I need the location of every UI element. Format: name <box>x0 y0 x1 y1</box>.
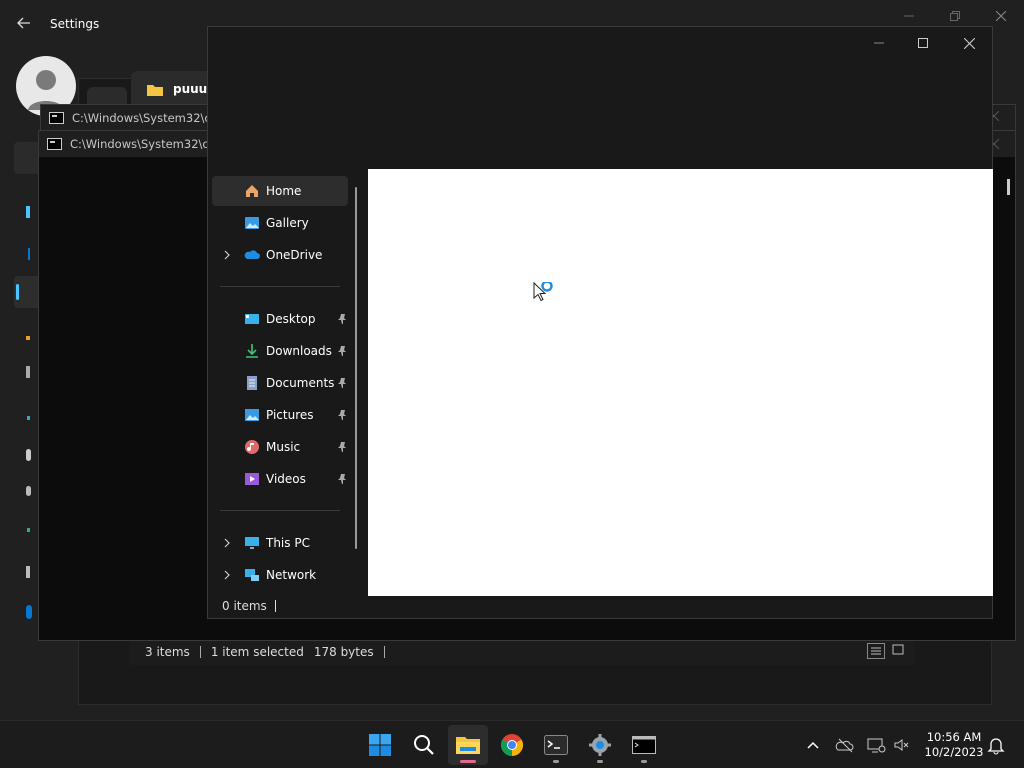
chrome-icon <box>501 734 523 756</box>
settings-icon <box>589 734 611 756</box>
settings-nav-icon[interactable] <box>14 196 40 228</box>
notification-bell-icon[interactable] <box>986 735 1006 755</box>
onedrive-icon <box>244 247 260 263</box>
nav-divider <box>220 286 340 287</box>
pin-icon <box>336 313 348 325</box>
navigation-pane: Home Gallery OneDrive Desktop Downloads … <box>210 170 356 590</box>
taskbar-terminal[interactable] <box>536 725 576 765</box>
nav-item-music[interactable]: Music <box>212 432 348 462</box>
nav-item-documents[interactable]: Documents <box>212 368 348 398</box>
settings-nav-icon[interactable] <box>14 556 40 588</box>
pin-icon <box>336 473 348 485</box>
start-button[interactable] <box>360 725 400 765</box>
nav-item-videos[interactable]: Videos <box>212 464 348 494</box>
active-app-indicator <box>460 760 476 763</box>
settings-nav-icon[interactable] <box>14 322 40 354</box>
nav-divider <box>220 510 340 511</box>
pin-icon <box>336 377 348 389</box>
cmd-scrollbar-thumb[interactable] <box>1007 179 1010 195</box>
onedrive-offline-icon[interactable] <box>835 735 855 755</box>
documents-icon <box>244 375 260 391</box>
taskbar-file-explorer[interactable] <box>448 725 488 765</box>
file-explorer-window: Home Gallery OneDrive Desktop Downloads … <box>207 26 993 619</box>
settings-nav-icon[interactable] <box>14 356 40 388</box>
pin-icon <box>336 441 348 453</box>
taskbar-cmd[interactable] <box>624 725 664 765</box>
this-pc-icon <box>244 535 260 551</box>
search-icon <box>414 735 434 755</box>
settings-nav-icon[interactable] <box>14 516 40 548</box>
settings-nav-icon[interactable] <box>14 402 40 434</box>
nav-item-onedrive[interactable]: OneDrive <box>212 240 348 270</box>
volume-muted-icon[interactable] <box>892 735 912 755</box>
status-size: 178 bytes <box>313 645 374 659</box>
status-item-count: 0 items <box>222 599 267 613</box>
nav-item-home[interactable]: Home <box>212 176 348 206</box>
taskbar-clock[interactable]: 10:56 AM 10/2/2023 <box>918 730 990 760</box>
nav-item-this-pc[interactable]: This PC <box>212 528 348 558</box>
chevron-right-icon[interactable] <box>222 538 232 548</box>
status-selected: 1 item selected <box>210 645 304 659</box>
settings-nav-icon[interactable] <box>14 596 40 628</box>
pictures-icon <box>244 407 260 423</box>
tiles-view-icon[interactable] <box>890 643 908 659</box>
nav-item-downloads[interactable]: Downloads <box>212 336 348 366</box>
explorer-statusbar: 0 items <box>222 599 276 613</box>
settings-title: Settings <box>50 17 100 31</box>
mouse-cursor-busy-icon <box>533 282 557 306</box>
settings-nav-icon[interactable] <box>14 476 40 508</box>
taskbar-chrome[interactable] <box>492 725 532 765</box>
running-app-indicator <box>597 760 603 763</box>
clock-time: 10:56 AM <box>926 730 982 744</box>
nav-item-gallery[interactable]: Gallery <box>212 208 348 238</box>
chevron-right-icon[interactable] <box>222 570 232 580</box>
network-status-icon[interactable] <box>866 735 886 755</box>
taskbar: 10:56 AM 10/2/2023 <box>0 720 1024 768</box>
file-list-area[interactable] <box>368 169 993 596</box>
settings-nav-icon-selected[interactable] <box>14 276 40 308</box>
details-view-icon[interactable] <box>867 643 885 659</box>
home-icon <box>244 183 260 199</box>
clock-date: 10/2/2023 <box>924 745 984 759</box>
explorer-back-statusbar: 3 items 1 item selected 178 bytes <box>129 639 915 665</box>
chevron-up-icon[interactable] <box>803 735 823 755</box>
downloads-icon <box>244 343 260 359</box>
explorer-maximize-button[interactable] <box>900 27 946 59</box>
pin-icon <box>336 345 348 357</box>
desktop-icon <box>244 311 260 327</box>
gallery-icon <box>244 215 260 231</box>
nav-item-network[interactable]: Network <box>212 560 348 590</box>
file-explorer-icon <box>456 737 480 754</box>
nav-item-pictures[interactable]: Pictures <box>212 400 348 430</box>
status-item-count: 3 items <box>145 645 190 659</box>
explorer-close-button[interactable] <box>946 27 992 59</box>
music-icon <box>244 439 260 455</box>
pin-icon <box>336 409 348 421</box>
cmd-icon <box>632 736 656 754</box>
videos-icon <box>244 471 260 487</box>
folder-icon <box>147 84 163 96</box>
search-button[interactable] <box>404 725 444 765</box>
running-app-indicator <box>641 760 647 763</box>
explorer-minimize-button[interactable] <box>856 27 902 59</box>
taskbar-settings[interactable] <box>580 725 620 765</box>
back-arrow-icon[interactable] <box>16 15 32 31</box>
terminal-icon <box>544 735 568 755</box>
cmd-icon <box>47 138 62 150</box>
running-app-indicator <box>553 760 559 763</box>
settings-nav-icon[interactable] <box>14 440 40 472</box>
settings-nav-icon[interactable] <box>14 238 40 270</box>
cmd-icon <box>49 112 64 124</box>
chevron-right-icon[interactable] <box>222 250 232 260</box>
start-icon <box>369 734 391 756</box>
nav-scrollbar[interactable] <box>355 187 357 549</box>
nav-item-desktop[interactable]: Desktop <box>212 304 348 334</box>
network-icon <box>244 567 260 583</box>
